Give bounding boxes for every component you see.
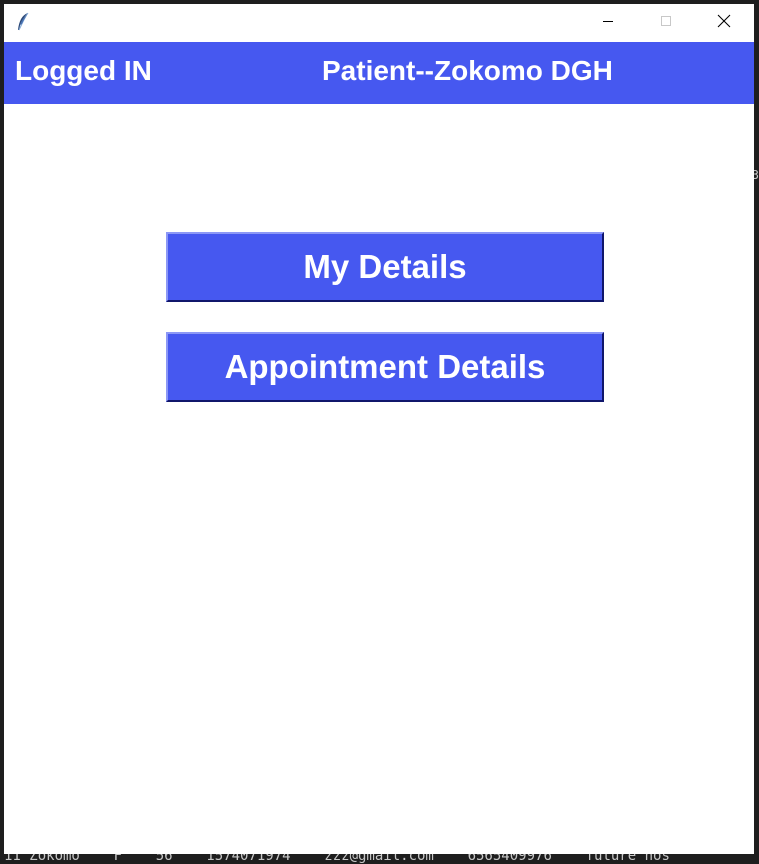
minimize-icon xyxy=(602,14,614,32)
close-icon xyxy=(717,14,731,33)
header-bar: Logged IN Patient--Zokomo DGH xyxy=(4,42,754,104)
appointment-details-button[interactable]: Appointment Details xyxy=(166,332,604,402)
maximize-icon xyxy=(660,14,672,32)
app-window: Logged IN Patient--Zokomo DGH My Details… xyxy=(4,4,754,854)
feather-icon xyxy=(16,12,30,32)
maximize-button[interactable] xyxy=(637,4,695,42)
minimize-button[interactable] xyxy=(579,4,637,42)
title-bar[interactable] xyxy=(4,4,754,42)
close-button[interactable] xyxy=(695,4,753,42)
login-status-label: Logged IN xyxy=(15,55,152,86)
my-details-button[interactable]: My Details xyxy=(166,232,604,302)
patient-name-label: Patient--Zokomo DGH xyxy=(322,55,613,86)
